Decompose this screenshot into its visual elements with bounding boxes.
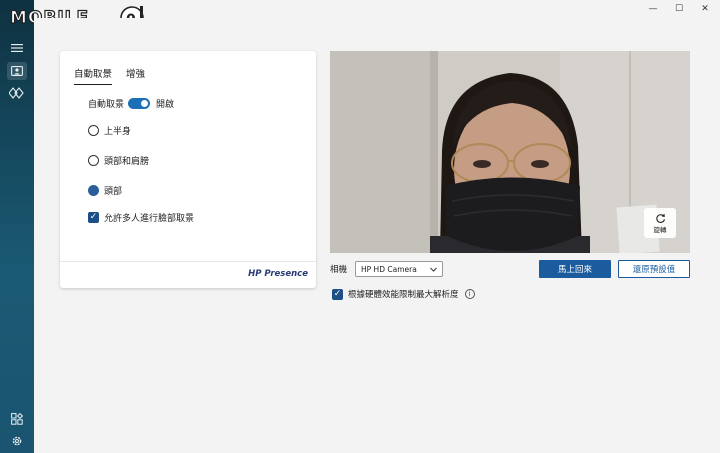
minimize-button[interactable]: —: [640, 3, 666, 15]
radio-head[interactable]: [88, 185, 99, 196]
tab-auto-frame[interactable]: 自動取景: [74, 66, 113, 85]
auto-frame-toggle[interactable]: [128, 98, 151, 109]
info-icon[interactable]: i: [464, 289, 475, 299]
camera-icon[interactable]: [7, 62, 27, 80]
hamburger-menu-icon[interactable]: [7, 39, 27, 57]
card-divider: [60, 261, 316, 262]
toggle-state-label: 開啟: [156, 100, 175, 110]
camera-dropdown[interactable]: HP HD Camera: [355, 261, 444, 277]
tab-bar: 自動取景 增強: [74, 66, 145, 85]
multi-person-row[interactable]: ✓ 允許多人進行臉部取景: [88, 211, 194, 224]
diamond-icon[interactable]: [7, 84, 27, 102]
camera-preview: 旋轉: [330, 51, 690, 253]
radio-upper-body[interactable]: [88, 125, 99, 136]
rotate-button[interactable]: 旋轉: [644, 208, 676, 238]
sidebar: [0, 0, 34, 453]
camera-feed-image: [330, 51, 690, 253]
rotate-icon: [655, 213, 665, 223]
close-button[interactable]: ✕: [692, 3, 718, 15]
rotate-label: 旋轉: [653, 225, 667, 234]
hardware-limit-checkbox[interactable]: ✓: [332, 288, 343, 300]
multi-person-label: 允許多人進行臉部取景: [104, 214, 195, 224]
radio-head-shoulders[interactable]: [88, 155, 99, 166]
tab-enhance[interactable]: 增強: [126, 66, 145, 85]
maximize-button[interactable]: ☐: [666, 3, 692, 15]
camera-selected-value: HP HD Camera: [361, 264, 417, 274]
restore-defaults-button[interactable]: 還原預設值: [618, 260, 690, 278]
camera-select-row: 相機 HP HD Camera: [330, 261, 444, 277]
option-head-shoulders[interactable]: 頭部和肩膀: [88, 154, 149, 167]
hp-presence-brand: HP Presence: [248, 269, 308, 279]
hardware-limit-label: 根據硬體效能限制最大解析度: [348, 290, 459, 300]
option-upper-body[interactable]: 上半身: [88, 124, 131, 137]
option-head[interactable]: 頭部: [88, 184, 122, 197]
gear-icon[interactable]: [7, 432, 27, 450]
be-right-back-button[interactable]: 馬上回來: [539, 260, 611, 278]
auto-frame-label: 自動取景: [88, 100, 125, 110]
option-label: 頭部: [104, 187, 123, 197]
chevron-down-icon: [430, 267, 437, 272]
auto-frame-card: 自動取景 增強 自動取景 開啟 上半身 頭部和肩膀 頭部 ✓ 允許多人進行臉部取…: [60, 51, 316, 288]
multi-person-checkbox[interactable]: ✓: [88, 212, 99, 223]
option-label: 上半身: [104, 127, 132, 137]
auto-frame-row: 自動取景 開啟: [88, 97, 174, 110]
main-area: 自動取景 增強 自動取景 開啟 上半身 頭部和肩膀 頭部 ✓ 允許多人進行臉部取…: [34, 18, 720, 453]
option-label: 頭部和肩膀: [104, 157, 150, 167]
hardware-limit-row[interactable]: ✓ 根據硬體效能限制最大解析度 i: [332, 288, 475, 300]
camera-label: 相機: [330, 265, 348, 275]
apps-icon[interactable]: [7, 410, 27, 428]
